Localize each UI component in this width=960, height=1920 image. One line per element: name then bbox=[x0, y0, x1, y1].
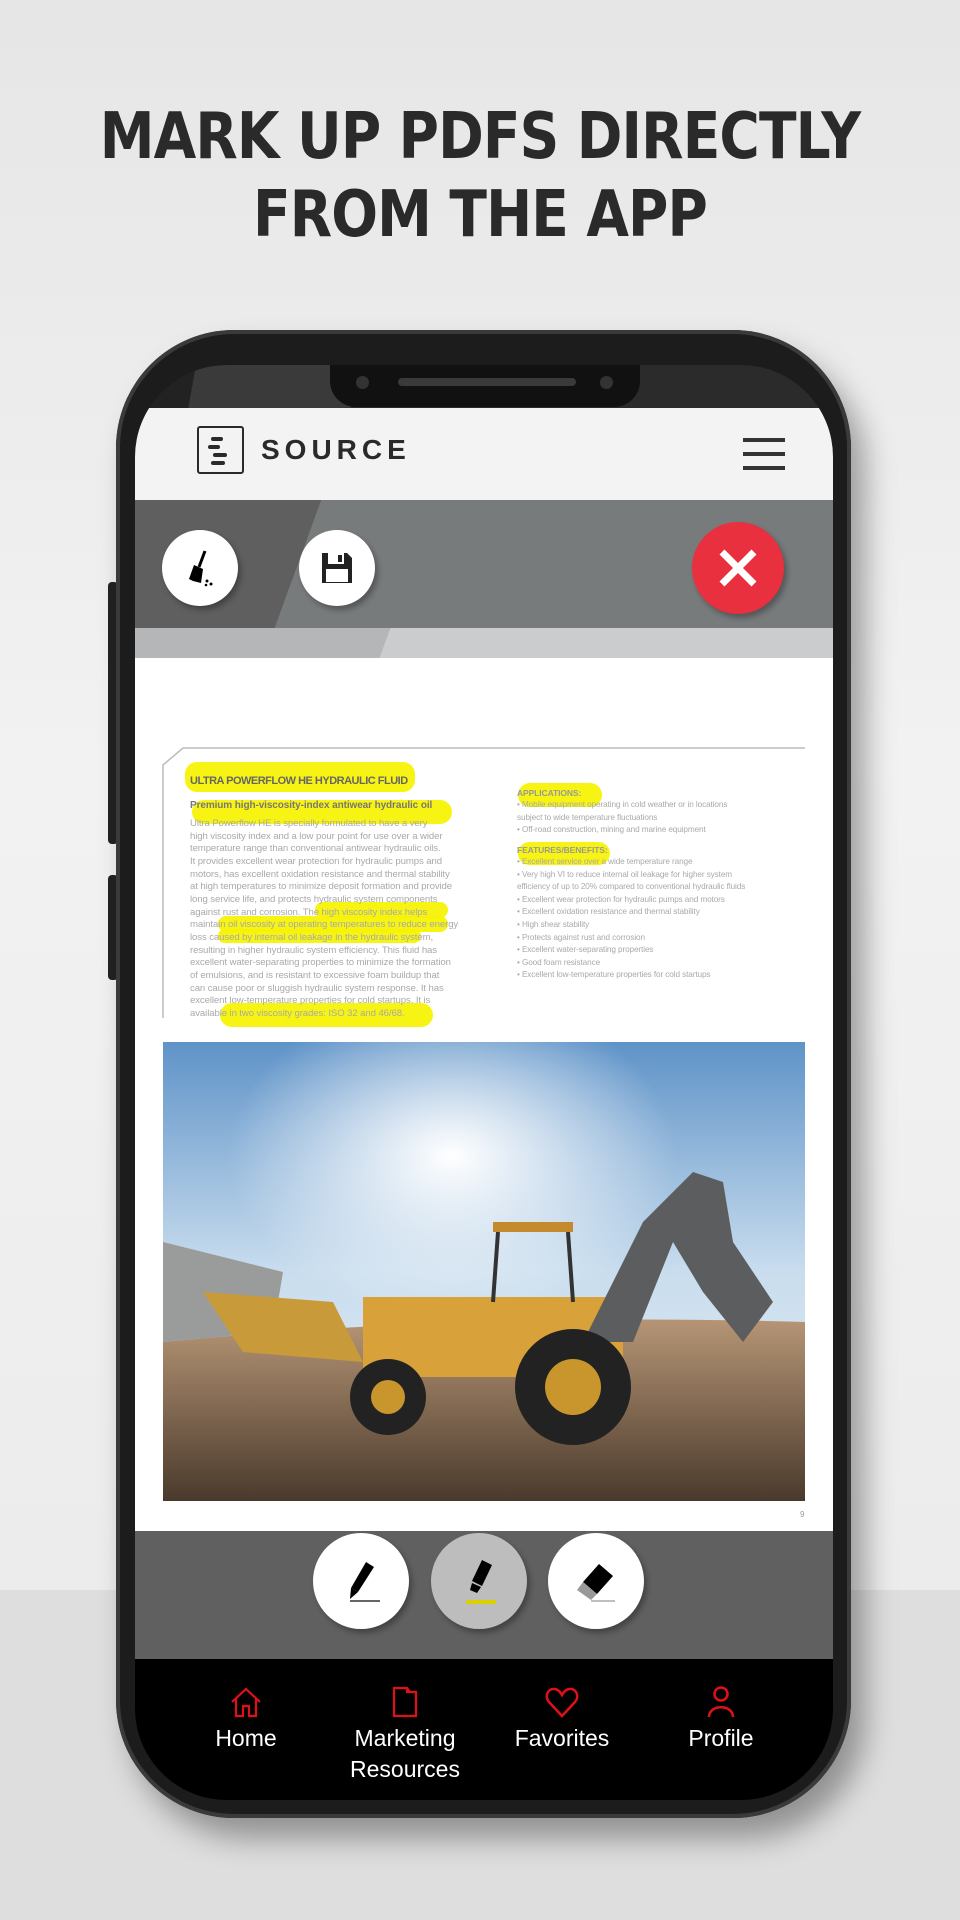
document-line: • Excellent wear protection for hydrauli… bbox=[517, 894, 725, 904]
backhoe-image bbox=[163, 1042, 805, 1501]
document-line: • Excellent service over a wide temperat… bbox=[517, 857, 693, 866]
document-line: excellent low-temperature properties for… bbox=[190, 995, 431, 1007]
document-line: excellent water-separating properties to… bbox=[190, 957, 451, 969]
document-line: subject to wide temperature fluctuations bbox=[517, 812, 658, 822]
eraser-tool-button[interactable] bbox=[548, 1533, 644, 1629]
document-line: • Excellent oxidation resistance and the… bbox=[517, 907, 700, 917]
nav-profile-label: Profile bbox=[688, 1725, 754, 1751]
document-line: Ultra Powerflow HE is specially formulat… bbox=[190, 818, 428, 829]
heart-icon bbox=[545, 1687, 579, 1718]
close-button[interactable] bbox=[692, 522, 784, 614]
document-line: motors, has excellent oxidation resistan… bbox=[190, 868, 450, 880]
save-button[interactable] bbox=[299, 530, 375, 606]
document-line: • Excellent water-separating properties bbox=[517, 945, 654, 955]
document-line: It provides excellent wear protection fo… bbox=[190, 856, 442, 867]
home-icon bbox=[231, 1687, 261, 1718]
document-line: resulting in higher hydraulic system eff… bbox=[190, 944, 437, 956]
page-number: 9 bbox=[800, 1510, 805, 1519]
hamburger-icon[interactable] bbox=[743, 438, 785, 470]
logo-icon bbox=[197, 426, 244, 474]
bottom-nav: Home Marketing Resources Favorites Profi… bbox=[135, 1659, 833, 1800]
document-line: long service life, and protects hydrauli… bbox=[190, 894, 438, 906]
document-line: efficiency of up to 20% compared to conv… bbox=[517, 882, 746, 892]
eraser-icon bbox=[577, 1564, 615, 1602]
applications-heading: APPLICATIONS: bbox=[517, 788, 582, 798]
broom-icon bbox=[189, 550, 213, 587]
pen-icon bbox=[350, 1562, 380, 1602]
folder-icon bbox=[392, 1686, 418, 1718]
toolbar-shadow-band bbox=[135, 628, 833, 658]
floppy-disk-icon bbox=[322, 553, 352, 583]
document-line: at high temperatures to minimize deposit… bbox=[190, 881, 453, 893]
document-line: can cause poor or sluggish hydraulic sys… bbox=[190, 982, 444, 994]
document-line: high viscosity index and a low pour poin… bbox=[190, 830, 443, 842]
nav-marketing-label: Marketing Resources bbox=[350, 1725, 460, 1782]
document-line: of emulsions, and is resistant to excess… bbox=[190, 970, 440, 982]
document-line: against rust and corrosion. The high vis… bbox=[190, 906, 428, 918]
logo-text: SOURCE bbox=[261, 434, 411, 465]
nav-home-label: Home bbox=[215, 1725, 277, 1751]
highlighter-tool-button[interactable] bbox=[431, 1533, 527, 1629]
document-line: • High shear stability bbox=[517, 920, 590, 929]
document-subtitle: Premium high-viscosity-index antiwear hy… bbox=[190, 800, 433, 811]
camera bbox=[356, 376, 369, 389]
document-line: maintain oil viscosity at operating temp… bbox=[190, 919, 459, 931]
nav-favorites-label: Favorites bbox=[514, 1725, 610, 1751]
sensor bbox=[600, 376, 613, 389]
document-title: ULTRA POWERFLOW HE HYDRAULIC FLUID bbox=[190, 775, 408, 787]
close-x-icon bbox=[719, 549, 757, 587]
document-line: • Mobile equipment operating in cold wea… bbox=[517, 800, 728, 809]
clear-button[interactable] bbox=[162, 530, 238, 606]
markup-toolbar bbox=[135, 500, 833, 628]
highlighter-icon bbox=[466, 1560, 496, 1604]
person-icon bbox=[707, 1686, 735, 1718]
features-heading: FEATURES/BENEFITS: bbox=[517, 845, 608, 855]
app-header: SOURCE bbox=[135, 408, 833, 500]
headline-line-1: MARK UP PDFS DIRECTLY bbox=[99, 100, 861, 174]
document-line: • Protects against rust and corrosion bbox=[517, 932, 645, 942]
pdf-page[interactable]: ULTRA POWERFLOW HE HYDRAULIC FLUID Premi… bbox=[135, 658, 833, 1531]
phone-screen: SOURCE ULTRA POWERFLOW HE HYDRAULIC FLUI… bbox=[135, 365, 833, 1800]
pen-tool-button[interactable] bbox=[313, 1533, 409, 1629]
document-line: • Off-road construction, mining and mari… bbox=[517, 825, 706, 834]
notch bbox=[330, 365, 640, 407]
document-line: temperature range than conventional anti… bbox=[190, 843, 441, 855]
document-line: • Very high VI to reduce internal oil le… bbox=[517, 869, 733, 879]
document-line: available in two viscosity grades: ISO 3… bbox=[190, 1008, 405, 1020]
headline-line-2: FROM THE APP bbox=[252, 178, 708, 252]
document-line: loss caused by internal oil leakage in t… bbox=[190, 932, 434, 944]
markup-tools-bar bbox=[135, 1531, 833, 1659]
document-line: • Excellent low-temperature properties f… bbox=[517, 970, 711, 980]
document-line: • Good foam resistance bbox=[517, 957, 601, 967]
speaker bbox=[398, 378, 576, 386]
backhoe-photo bbox=[163, 1042, 805, 1501]
